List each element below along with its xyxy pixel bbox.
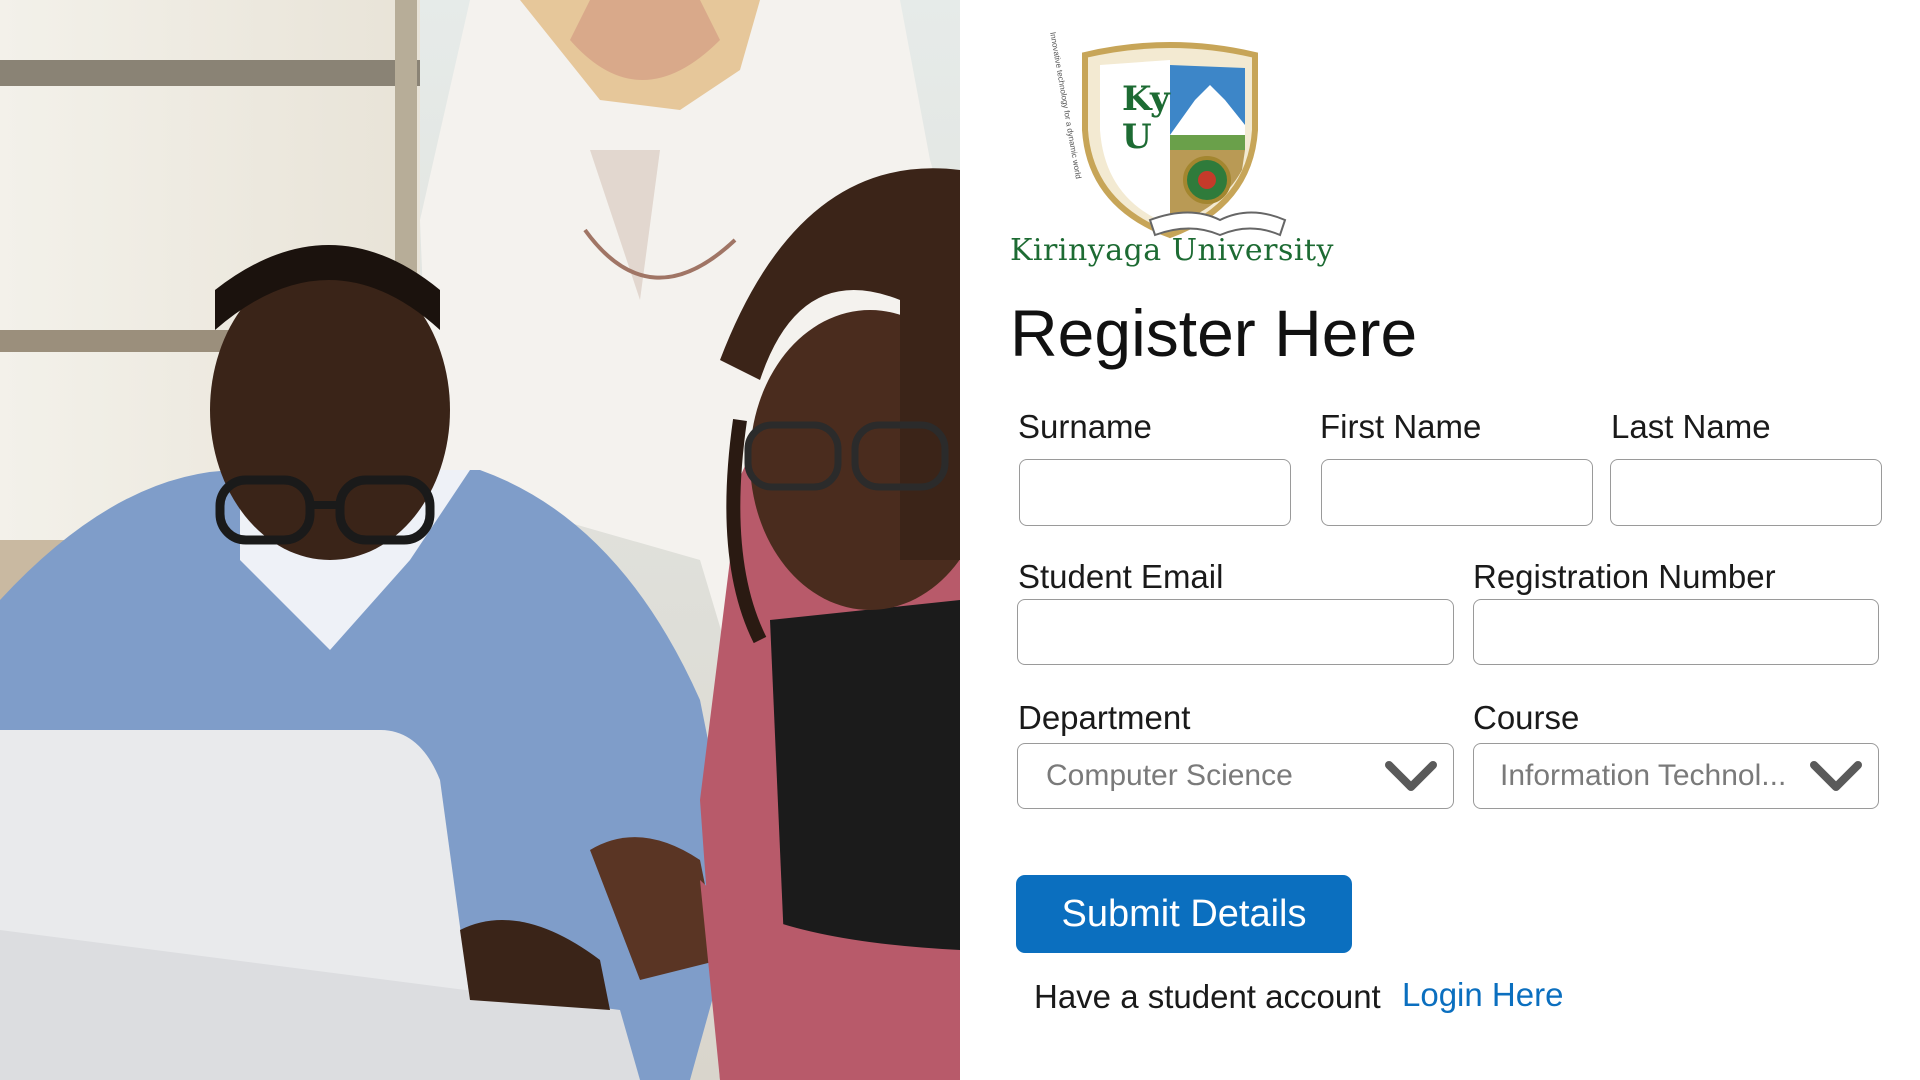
registration-number-label: Registration Number	[1473, 558, 1776, 595]
surname-input[interactable]	[1019, 459, 1291, 526]
course-label: Course	[1473, 699, 1580, 736]
have-account-text: Have a student account	[1034, 978, 1381, 1015]
university-name: Kirinyaga University	[1010, 233, 1334, 268]
course-selected-value: Information Technol...	[1500, 759, 1787, 792]
department-select[interactable]: Computer Science	[1017, 743, 1454, 809]
first-name-input[interactable]	[1321, 459, 1593, 526]
page-title: Register Here	[1010, 296, 1418, 370]
hero-photo	[0, 0, 960, 1080]
registration-number-input[interactable]	[1473, 599, 1879, 665]
chevron-down-icon	[1810, 761, 1862, 791]
surname-label: Surname	[1018, 408, 1152, 445]
student-email-label: Student Email	[1018, 558, 1224, 595]
department-selected-value: Computer Science	[1046, 759, 1293, 792]
registration-page: KyU Innovative technology for a dynamic …	[0, 0, 1920, 1080]
chevron-down-icon	[1385, 761, 1437, 791]
submit-details-button[interactable]: Submit Details	[1016, 875, 1352, 953]
logo-initials: KyU	[1122, 79, 1170, 157]
department-label: Department	[1018, 699, 1191, 736]
first-name-label: First Name	[1320, 408, 1482, 445]
registration-form-panel: KyU Innovative technology for a dynamic …	[960, 0, 1920, 1080]
student-email-input[interactable]	[1017, 599, 1454, 665]
login-here-link[interactable]: Login Here	[1402, 978, 1563, 1011]
last-name-input[interactable]	[1610, 459, 1882, 526]
last-name-label: Last Name	[1611, 408, 1771, 445]
course-select[interactable]: Information Technol...	[1473, 743, 1879, 809]
